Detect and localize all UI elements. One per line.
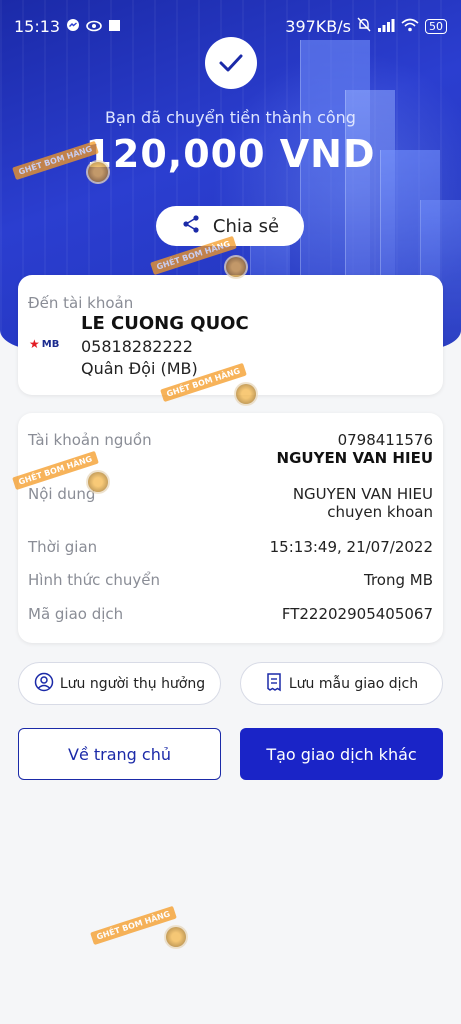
- watermark: GHÉT BOM HÀNG: [90, 905, 200, 949]
- watermark: GHÉT BOM HÀNG: [160, 362, 270, 406]
- success-message: Bạn đã chuyển tiền thành công: [105, 108, 356, 127]
- success-check-icon: [205, 37, 257, 89]
- messenger-icon: [66, 17, 80, 36]
- home-button[interactable]: Về trang chủ: [18, 728, 221, 780]
- save-template-label: Lưu mẫu giao dịch: [288, 675, 419, 692]
- source-account-value: 0798411576 NGUYEN VAN HIEU: [276, 431, 433, 467]
- source-account-name: NGUYEN VAN HIEU: [276, 449, 433, 467]
- detail-row-time: Thời gian 15:13:49, 21/07/2022: [28, 538, 433, 556]
- detail-row-method: Hình thức chuyển Trong MB: [28, 571, 433, 589]
- wifi-icon: [401, 17, 419, 36]
- recipient-label: Đến tài khoản: [28, 294, 134, 312]
- detail-row-txn: Mã giao dịch FT22202905405067: [28, 605, 433, 623]
- eye-icon: [86, 17, 102, 36]
- user-circle-icon: [34, 672, 54, 696]
- new-transaction-button[interactable]: Tạo giao dịch khác: [240, 728, 443, 780]
- save-recipient-label: Lưu người thụ hưởng: [59, 675, 206, 692]
- time-label: Thời gian: [28, 538, 98, 556]
- status-time: 15:13: [14, 16, 61, 36]
- method-value: Trong MB: [363, 571, 433, 589]
- method-label: Hình thức chuyển: [28, 571, 161, 589]
- transaction-id-label: Mã giao dịch: [28, 605, 124, 623]
- signal-icon: [377, 17, 395, 36]
- time-value: 15:13:49, 21/07/2022: [269, 538, 433, 556]
- square-app-icon: [108, 17, 121, 36]
- star-icon: ★: [29, 337, 40, 351]
- save-template-button[interactable]: Lưu mẫu giao dịch: [240, 662, 443, 705]
- watermark: GHÉT BOM HÀNG: [12, 140, 122, 184]
- mb-bank-logo: ★ MB: [29, 337, 60, 351]
- battery-indicator: 50: [425, 18, 447, 34]
- content-value: NGUYEN VAN HIEU chuyen khoan: [292, 485, 433, 521]
- watermark: GHÉT BOM HÀNG: [12, 450, 122, 494]
- recipient-account: 05818282222: [81, 337, 193, 356]
- network-speed: 397KB/s: [285, 16, 351, 36]
- transaction-details-card: Tài khoản nguồn 0798411576 NGUYEN VAN HI…: [18, 413, 443, 643]
- save-recipient-button[interactable]: Lưu người thụ hưởng: [18, 662, 221, 705]
- transaction-id-value: FT22202905405067: [281, 605, 433, 623]
- share-icon: [181, 214, 201, 239]
- watermark: GHÉT BOM HÀNG: [150, 235, 260, 279]
- mute-bell-icon: [357, 17, 371, 36]
- receipt-icon: [265, 672, 283, 696]
- recipient-name: LE CUONG QUOC: [81, 313, 249, 334]
- share-label: Chia sẻ: [212, 215, 280, 237]
